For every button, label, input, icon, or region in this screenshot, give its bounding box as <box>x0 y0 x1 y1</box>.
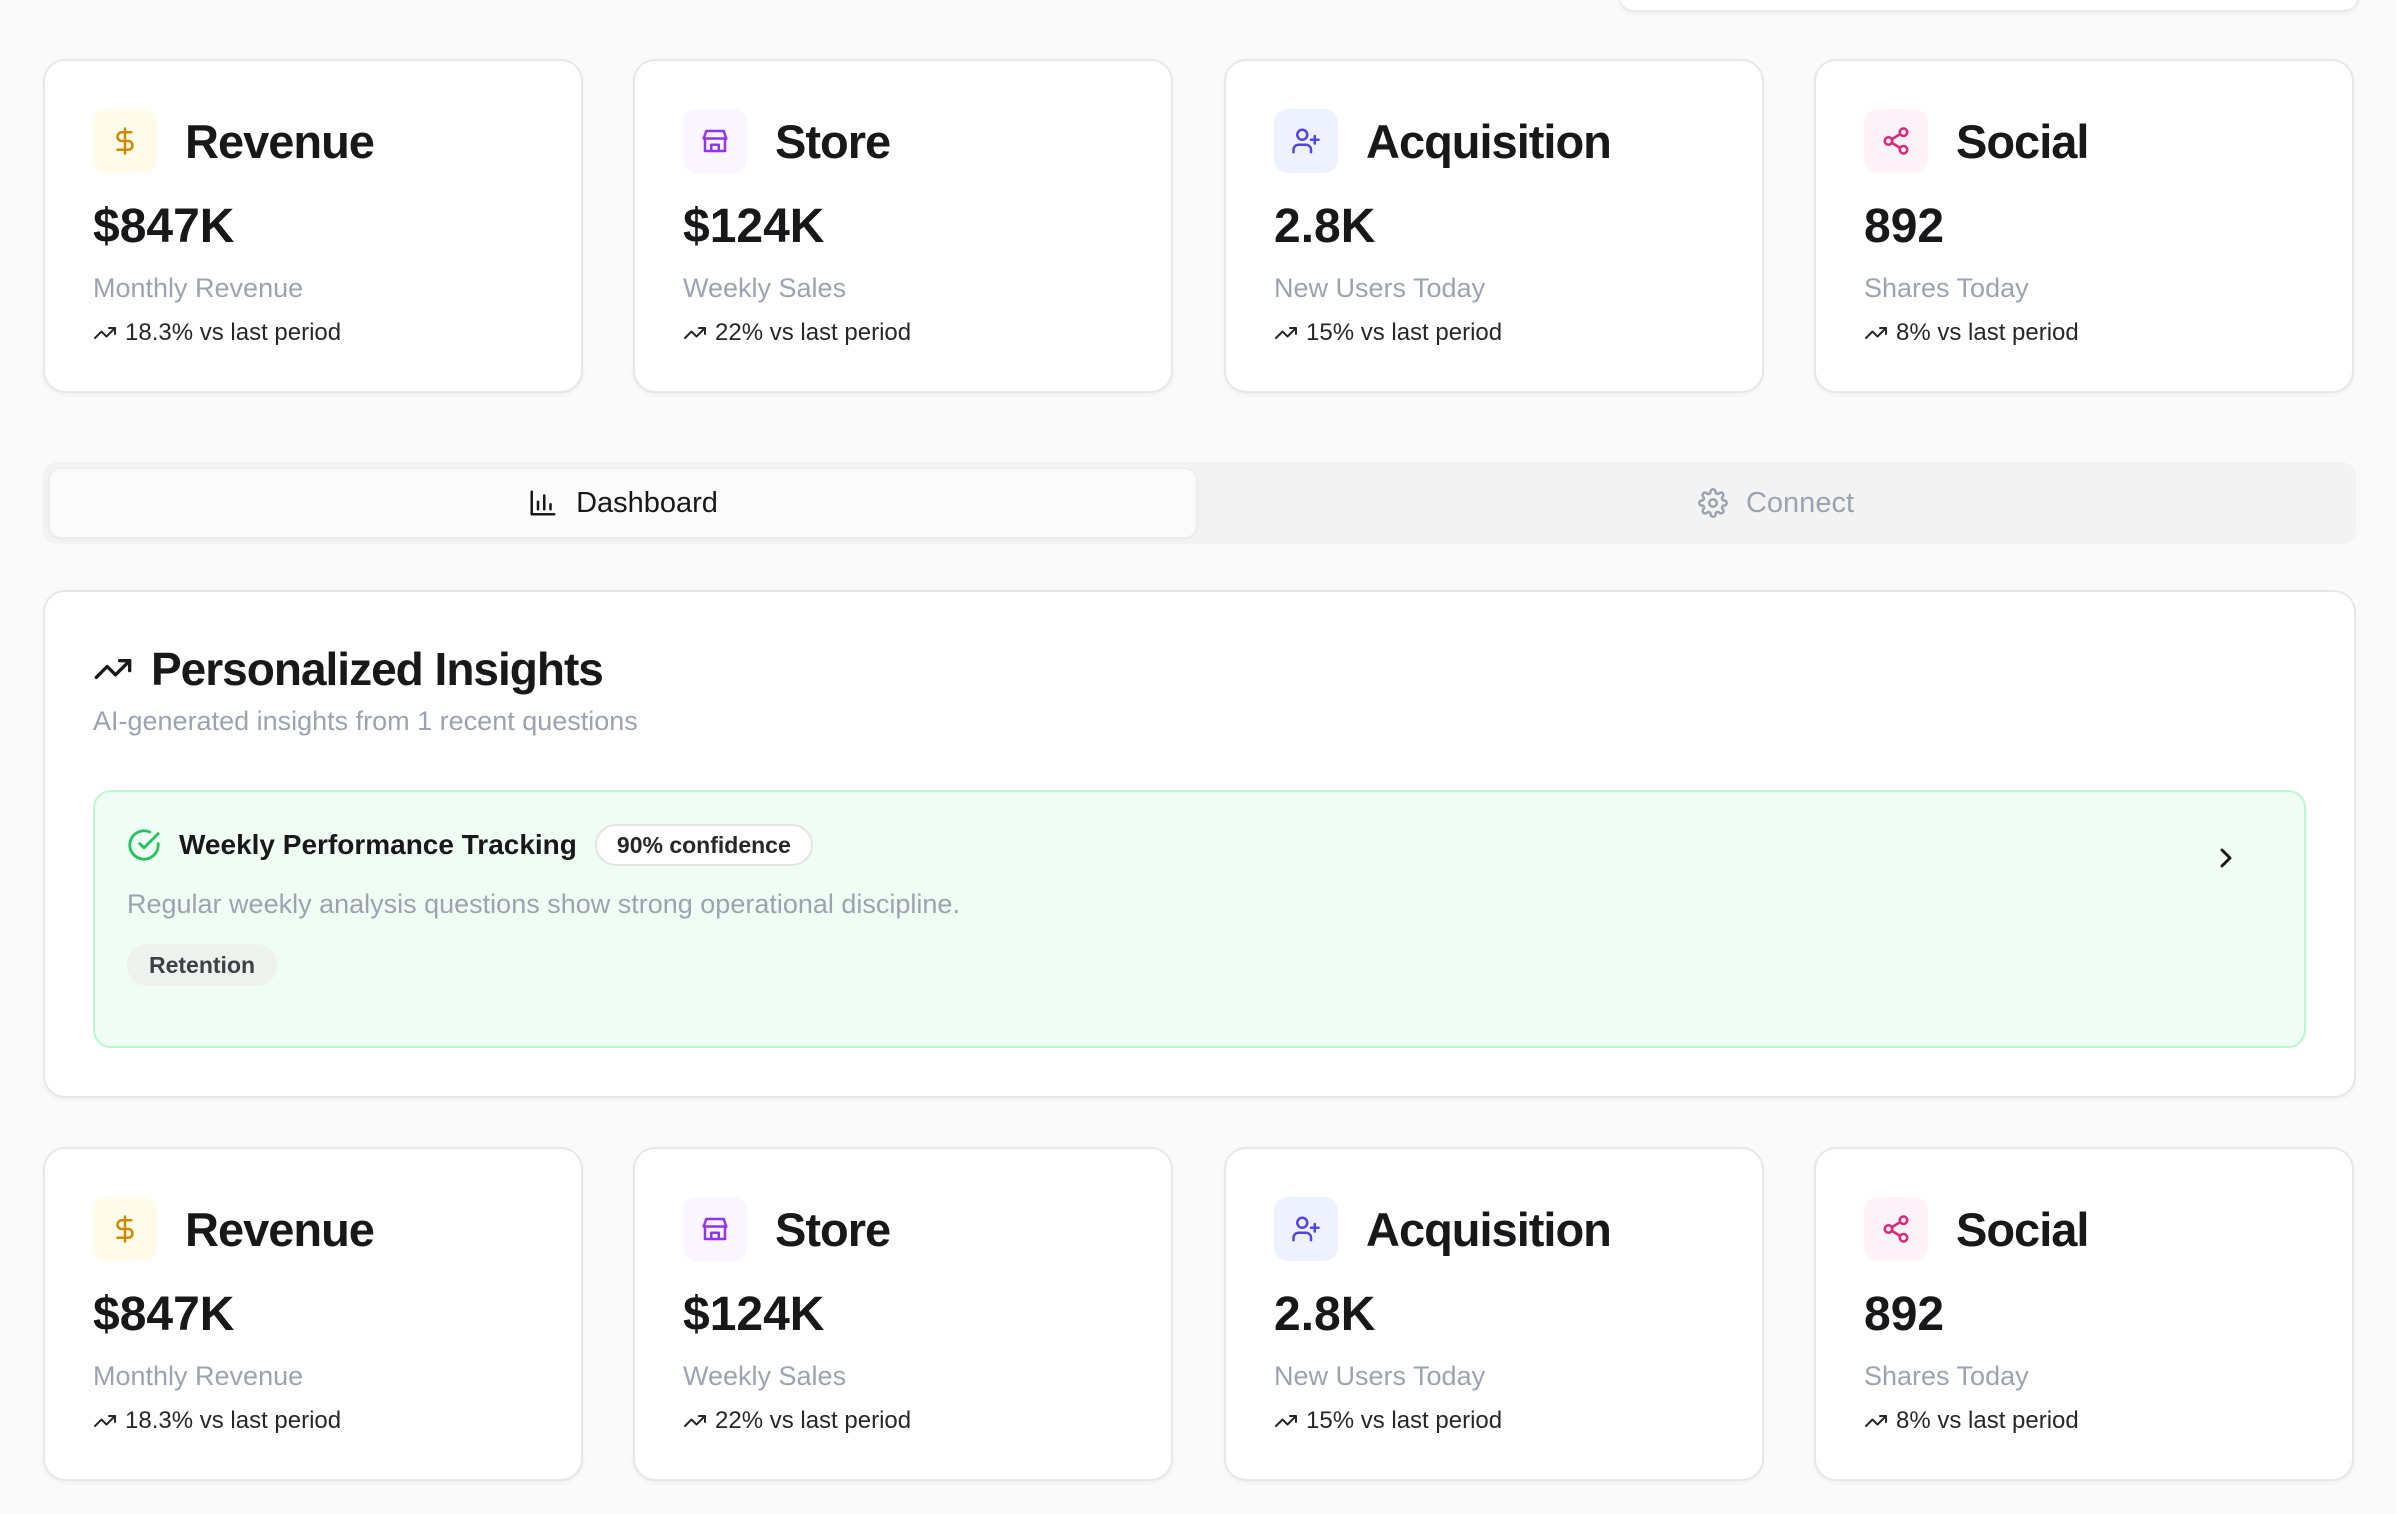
metric-subtitle: Monthly Revenue <box>93 1361 304 1391</box>
metric-value: $124K <box>683 1288 825 1341</box>
metric-value: $124K <box>683 200 825 253</box>
metric-value: 2.8K <box>1274 200 1376 253</box>
metric-subtitle: Weekly Sales <box>683 1361 847 1391</box>
insight-title: Weekly Performance Tracking <box>179 829 577 860</box>
insights-card: Personalized Insights AI-generated insig… <box>43 590 2356 1098</box>
metric-value: $847K <box>93 1288 235 1341</box>
metric-trend-text: 8% vs last period <box>1896 1407 2079 1434</box>
trending-up-icon <box>94 327 116 339</box>
metric-trend: 18.3% vs last period <box>93 319 341 347</box>
view-tabs: Dashboard Connect <box>43 462 2356 544</box>
tab-dashboard[interactable]: Dashboard <box>49 468 1197 538</box>
metric-trend: 22% vs last period <box>683 1407 911 1435</box>
insight-item[interactable]: Weekly Performance Tracking 90% confiden… <box>93 790 2306 1048</box>
metric-subtitle: New Users Today <box>1274 1361 1486 1391</box>
metric-card-store[interactable]: Store $124K Weekly Sales 22% vs last per… <box>633 1147 1173 1481</box>
metric-card-store[interactable]: Store $124K Weekly Sales 22% vs last per… <box>633 59 1173 393</box>
metric-trend-text: 22% vs last period <box>715 319 912 346</box>
trending-up-icon <box>684 327 706 339</box>
metric-subtitle: Monthly Revenue <box>93 273 304 303</box>
metric-subtitle: Weekly Sales <box>683 273 847 303</box>
trending-up-icon <box>684 1415 706 1427</box>
metric-card-revenue[interactable]: Revenue $847K Monthly Revenue 18.3% vs l… <box>43 59 583 393</box>
chevron-right-icon[interactable] <box>2210 842 2242 874</box>
trending-up-icon <box>1275 327 1297 339</box>
metric-title: Store <box>775 114 891 168</box>
metric-trend: 22% vs last period <box>683 319 911 347</box>
insights-subtitle: AI-generated insights from 1 recent ques… <box>93 706 638 736</box>
share-icon <box>1864 109 1928 173</box>
metric-card-social[interactable]: Social 892 Shares Today 8% vs last perio… <box>1814 1147 2354 1481</box>
trending-up-icon <box>1275 1415 1297 1427</box>
trending-up-icon <box>94 659 132 679</box>
dollar-icon <box>93 109 157 173</box>
gear-icon <box>1698 488 1728 518</box>
dollar-icon <box>93 1197 157 1261</box>
tab-label: Dashboard <box>576 486 718 519</box>
metric-trend: 8% vs last period <box>1864 1407 2079 1435</box>
trending-up-icon <box>94 1415 116 1427</box>
metric-title: Acquisition <box>1366 1202 1612 1256</box>
trending-up-icon <box>1865 327 1887 339</box>
metric-value: $847K <box>93 200 235 253</box>
metric-trend-text: 22% vs last period <box>715 1407 912 1434</box>
metric-trend: 15% vs last period <box>1274 319 1502 347</box>
check-circle-icon <box>128 829 160 861</box>
metric-title: Store <box>775 1202 891 1256</box>
insight-tag: Retention <box>127 944 278 986</box>
trending-up-icon <box>1865 1415 1887 1427</box>
metric-card-revenue[interactable]: Revenue $847K Monthly Revenue 18.3% vs l… <box>43 1147 583 1481</box>
user-plus-icon <box>1274 109 1338 173</box>
metric-value: 892 <box>1864 200 1945 253</box>
metric-subtitle: New Users Today <box>1274 273 1486 303</box>
metric-trend-text: 18.3% vs last period <box>125 319 342 346</box>
metric-card-acquisition[interactable]: Acquisition 2.8K New Users Today 15% vs … <box>1224 1147 1764 1481</box>
metric-value: 892 <box>1864 1288 1945 1341</box>
insights-title: Personalized Insights <box>151 643 604 695</box>
confidence-badge: 90% confidence <box>594 824 813 866</box>
store-icon <box>683 1197 747 1261</box>
metric-title: Revenue <box>185 1202 375 1256</box>
metrics-row-top: Revenue $847K Monthly Revenue 18.3% vs l… <box>43 59 2356 397</box>
metric-trend-text: 15% vs last period <box>1306 319 1503 346</box>
metrics-row-bottom: Revenue $847K Monthly Revenue 18.3% vs l… <box>43 1147 2356 1485</box>
metric-title: Acquisition <box>1366 114 1612 168</box>
metric-subtitle: Shares Today <box>1864 273 2029 303</box>
insight-description: Regular weekly analysis questions show s… <box>127 889 960 919</box>
top-card-edge <box>1618 0 2360 12</box>
metric-card-social[interactable]: Social 892 Shares Today 8% vs last perio… <box>1814 59 2354 393</box>
store-icon <box>683 109 747 173</box>
bar-chart-icon <box>530 490 556 516</box>
share-icon <box>1864 1197 1928 1261</box>
user-plus-icon <box>1274 1197 1338 1261</box>
metric-trend-text: 15% vs last period <box>1306 1407 1503 1434</box>
tab-label: Connect <box>1745 486 1854 519</box>
metric-subtitle: Shares Today <box>1864 1361 2029 1391</box>
metric-trend: 18.3% vs last period <box>93 1407 341 1435</box>
tab-connect[interactable]: Connect <box>1202 468 2350 538</box>
metric-title: Social <box>1956 114 2089 168</box>
metric-trend-text: 18.3% vs last period <box>125 1407 342 1434</box>
metric-value: 2.8K <box>1274 1288 1376 1341</box>
metric-trend-text: 8% vs last period <box>1896 319 2079 346</box>
metric-trend: 15% vs last period <box>1274 1407 1502 1435</box>
metric-title: Social <box>1956 1202 2089 1256</box>
metric-card-acquisition[interactable]: Acquisition 2.8K New Users Today 15% vs … <box>1224 59 1764 393</box>
metric-trend: 8% vs last period <box>1864 319 2079 347</box>
metric-title: Revenue <box>185 114 375 168</box>
